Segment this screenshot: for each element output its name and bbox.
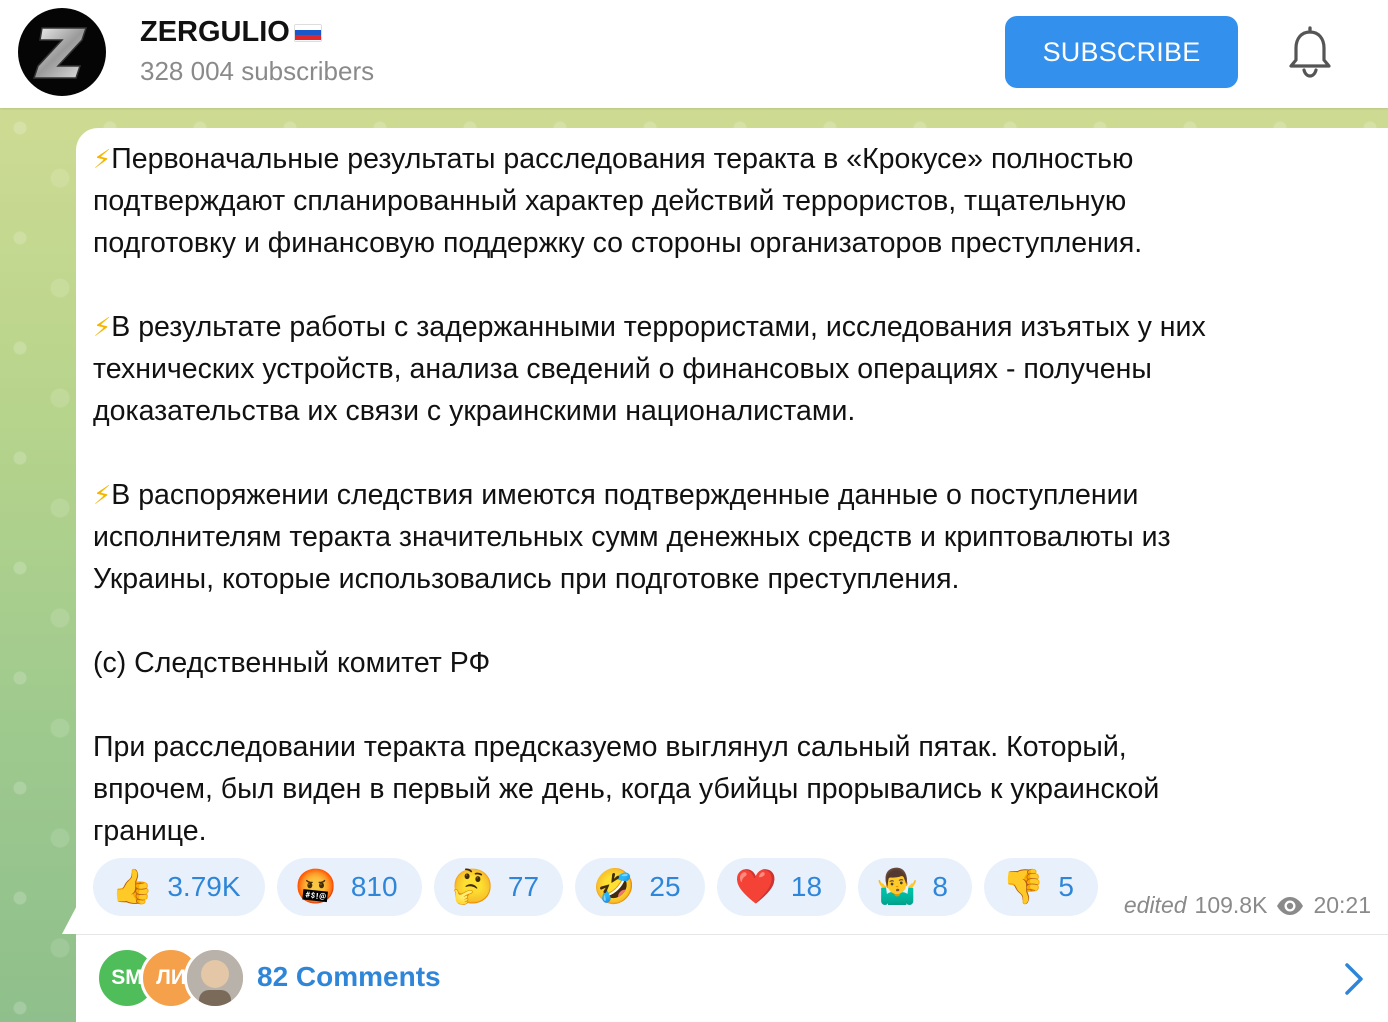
lightning-icon: ⚡ <box>93 312 112 342</box>
view-count: 109.8K <box>1194 892 1268 918</box>
paragraph-text: Первоначальные результаты расследования … <box>93 143 1143 259</box>
message-paragraph: (с) Следственный комитет РФ <box>93 642 1383 684</box>
rofl-face-icon: 🤣 <box>593 868 636 906</box>
reaction-count: 18 <box>790 871 823 902</box>
message-paragraph: ⚡Первоначальные результаты расследования… <box>93 138 1383 264</box>
reaction-button[interactable]: 👍 3.79K <box>93 858 265 916</box>
lightning-icon: ⚡ <box>93 144 112 174</box>
channel-title[interactable]: ZERGULIO <box>140 16 322 49</box>
reaction-count: 8 <box>932 871 948 902</box>
channel-name-text: ZERGULIO <box>140 16 290 48</box>
bell-icon[interactable] <box>1286 26 1334 78</box>
reaction-button[interactable]: 🤔 77 <box>433 858 564 916</box>
avatar <box>184 947 246 1009</box>
paragraph-text: При расследовании теракта предсказуемо в… <box>93 731 1160 847</box>
z-logo-icon <box>32 27 88 79</box>
person-photo-icon <box>187 950 243 1006</box>
reaction-count: 77 <box>507 871 540 902</box>
comments-button[interactable]: SM ЛИ 82 Comments <box>76 934 1388 1022</box>
message-paragraph: ⚡В результате работы с задержанными терр… <box>93 306 1383 432</box>
shrug-icon: 🤷‍♂️ <box>876 868 919 906</box>
thumbs-up-icon: 👍 <box>111 868 154 906</box>
reaction-button[interactable]: 🤷‍♂️ 8 <box>858 858 972 916</box>
commenter-avatars: SM ЛИ <box>96 947 266 1009</box>
reaction-count: 3.79K <box>167 871 241 902</box>
thinking-face-icon: 🤔 <box>451 868 494 906</box>
message-text: ⚡Первоначальные результаты расследования… <box>93 138 1383 852</box>
edited-label: edited <box>1123 892 1187 918</box>
chevron-right-icon <box>1345 963 1363 995</box>
cursing-face-icon: 🤬 <box>294 868 337 906</box>
channel-avatar[interactable] <box>18 8 106 96</box>
reaction-button[interactable]: 🤬 810 <box>276 858 422 916</box>
message-time: 20:21 <box>1313 892 1371 918</box>
thumbs-down-icon: 👎 <box>1002 868 1045 906</box>
russia-flag-icon <box>293 23 322 42</box>
lightning-icon: ⚡ <box>93 480 112 510</box>
subscribe-button[interactable]: SUBSCRIBE <box>1005 16 1238 88</box>
paragraph-text: В результате работы с задержанными терро… <box>93 311 1206 427</box>
reaction-button[interactable]: 🤣 25 <box>575 858 705 916</box>
reaction-count: 810 <box>350 871 398 902</box>
message-paragraph: ⚡В распоряжении следствия имеются подтве… <box>93 474 1383 600</box>
message-meta: edited 109.8K 20:21 <box>1124 892 1371 919</box>
reaction-button[interactable]: 👎 5 <box>984 858 1098 916</box>
reaction-count: 5 <box>1058 871 1074 902</box>
reaction-button[interactable]: ❤️ 18 <box>716 858 847 916</box>
reactions-bar: 👍 3.79K 🤬 810 🤔 77 🤣 25 ❤️ 18 🤷‍♂️ 8 👎 5 <box>93 858 1098 916</box>
paragraph-text: (с) Следственный комитет РФ <box>93 647 491 679</box>
message-paragraph: При расследовании теракта предсказуемо в… <box>93 726 1383 852</box>
comments-count: 82 Comments <box>257 961 441 992</box>
eye-icon <box>1277 896 1304 915</box>
heart-icon: ❤️ <box>734 868 777 906</box>
reaction-count: 25 <box>649 871 681 902</box>
paragraph-text: В распоряжении следствия имеются подтвер… <box>93 479 1171 595</box>
subscriber-count: 328 004 subscribers <box>140 56 375 86</box>
channel-header: ZERGULIO 328 004 subscribers SUBSCRIBE <box>0 0 1388 108</box>
